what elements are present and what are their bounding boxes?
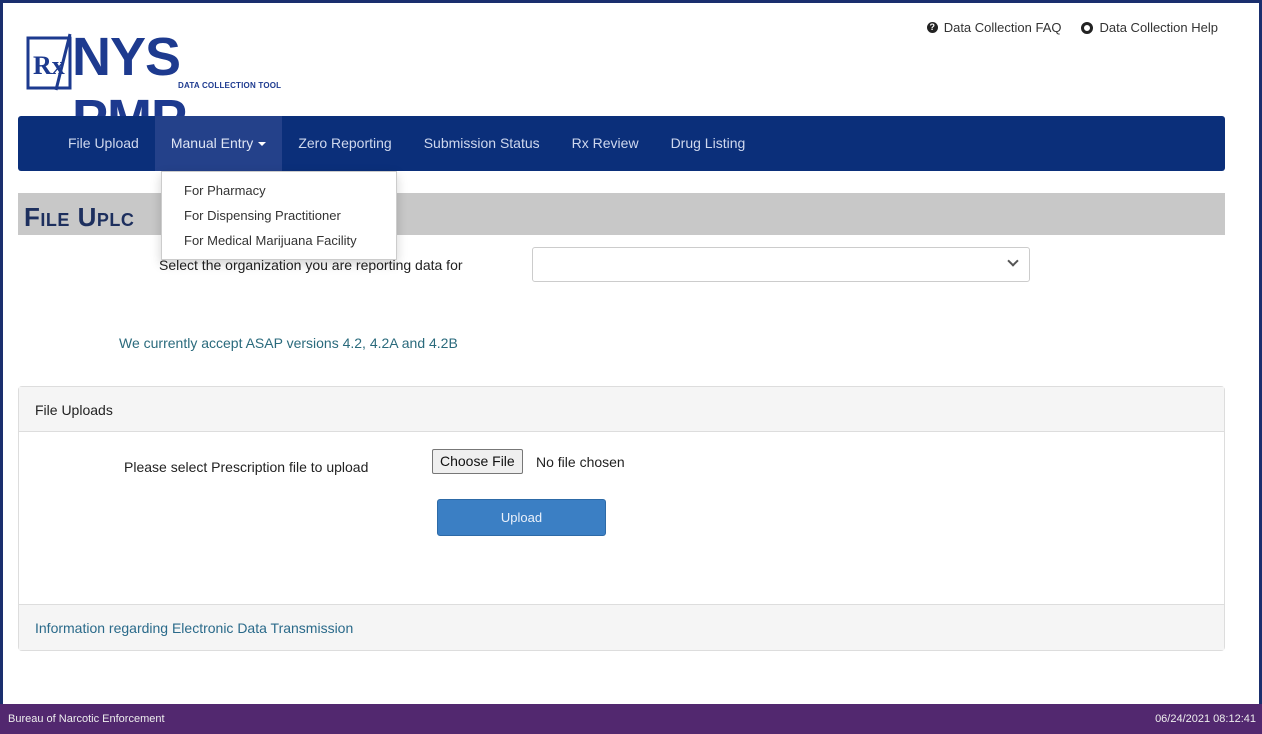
- rx-logo-text: Rx: [33, 51, 65, 80]
- page-footer: Bureau of Narcotic Enforcement 06/24/202…: [0, 704, 1262, 734]
- lifebuoy-icon: [1081, 21, 1094, 34]
- panel-heading-text: File Uploads: [35, 402, 113, 418]
- no-file-chosen-text: No file chosen: [536, 454, 625, 470]
- choose-file-button[interactable]: Choose File: [432, 449, 523, 474]
- help-link[interactable]: Data Collection Help: [1081, 20, 1218, 35]
- nav-item-label: Drug Listing: [670, 135, 746, 151]
- nav-item-label: Zero Reporting: [298, 135, 392, 151]
- nav-menu: File Upload Manual Entry Zero Reporting …: [52, 116, 761, 171]
- asap-versions-note: We currently accept ASAP versions 4.2, 4…: [119, 335, 458, 351]
- chevron-down-icon: [1007, 255, 1019, 267]
- dropdown-item-medical-marijuana-facility[interactable]: For Medical Marijuana Facility: [162, 228, 396, 253]
- nav-item-label: File Upload: [68, 135, 139, 151]
- caret-down-icon: [258, 142, 267, 147]
- question-circle-icon: ?: [926, 22, 938, 33]
- nav-item-label: Rx Review: [571, 135, 639, 151]
- nav-item-manual-entry[interactable]: Manual Entry: [154, 116, 283, 171]
- file-uploads-panel: File Uploads Please select Prescription …: [18, 386, 1225, 651]
- upload-button[interactable]: Upload: [437, 499, 606, 536]
- panel-footer: Information regarding Electronic Data Tr…: [19, 604, 1224, 650]
- top-links: ? Data Collection FAQ Data Collection He…: [926, 20, 1218, 35]
- electronic-data-transmission-link[interactable]: Information regarding Electronic Data Tr…: [35, 620, 353, 636]
- main-navbar: File Upload Manual Entry Zero Reporting …: [18, 116, 1225, 171]
- manual-entry-dropdown: For Pharmacy For Dispensing Practitioner…: [161, 171, 397, 260]
- help-link-label: Data Collection Help: [1099, 20, 1218, 35]
- nav-item-label: Submission Status: [423, 135, 540, 151]
- nav-item-label: Manual Entry: [170, 135, 254, 151]
- footer-timestamp: 06/24/2021 08:12:41: [1155, 713, 1256, 725]
- dropdown-item-dispensing-practitioner[interactable]: For Dispensing Practitioner: [162, 203, 396, 228]
- logo-subtitle: DATA COLLECTION TOOL: [178, 81, 282, 90]
- nav-item-file-upload[interactable]: File Upload: [52, 116, 155, 171]
- faq-link[interactable]: ? Data Collection FAQ: [926, 20, 1062, 35]
- nav-item-submission-status[interactable]: Submission Status: [408, 116, 556, 171]
- faq-link-label: Data Collection FAQ: [943, 20, 1062, 35]
- file-select-label: Please select Prescription file to uploa…: [124, 459, 369, 475]
- rx-logo-icon: Rx: [26, 33, 72, 91]
- nys-pmp-logo[interactable]: Rx NYS PMP DATA COLLECTION TOOL: [14, 14, 304, 149]
- organization-select[interactable]: [532, 247, 1030, 282]
- page-title: File Uplc: [24, 202, 135, 232]
- footer-agency: Bureau of Narcotic Enforcement: [8, 713, 165, 725]
- panel-heading: File Uploads: [19, 387, 1224, 432]
- dropdown-item-pharmacy[interactable]: For Pharmacy: [162, 178, 396, 203]
- nav-item-zero-reporting[interactable]: Zero Reporting: [282, 116, 407, 171]
- nav-item-rx-review[interactable]: Rx Review: [556, 116, 655, 171]
- nav-item-drug-listing[interactable]: Drug Listing: [655, 116, 762, 171]
